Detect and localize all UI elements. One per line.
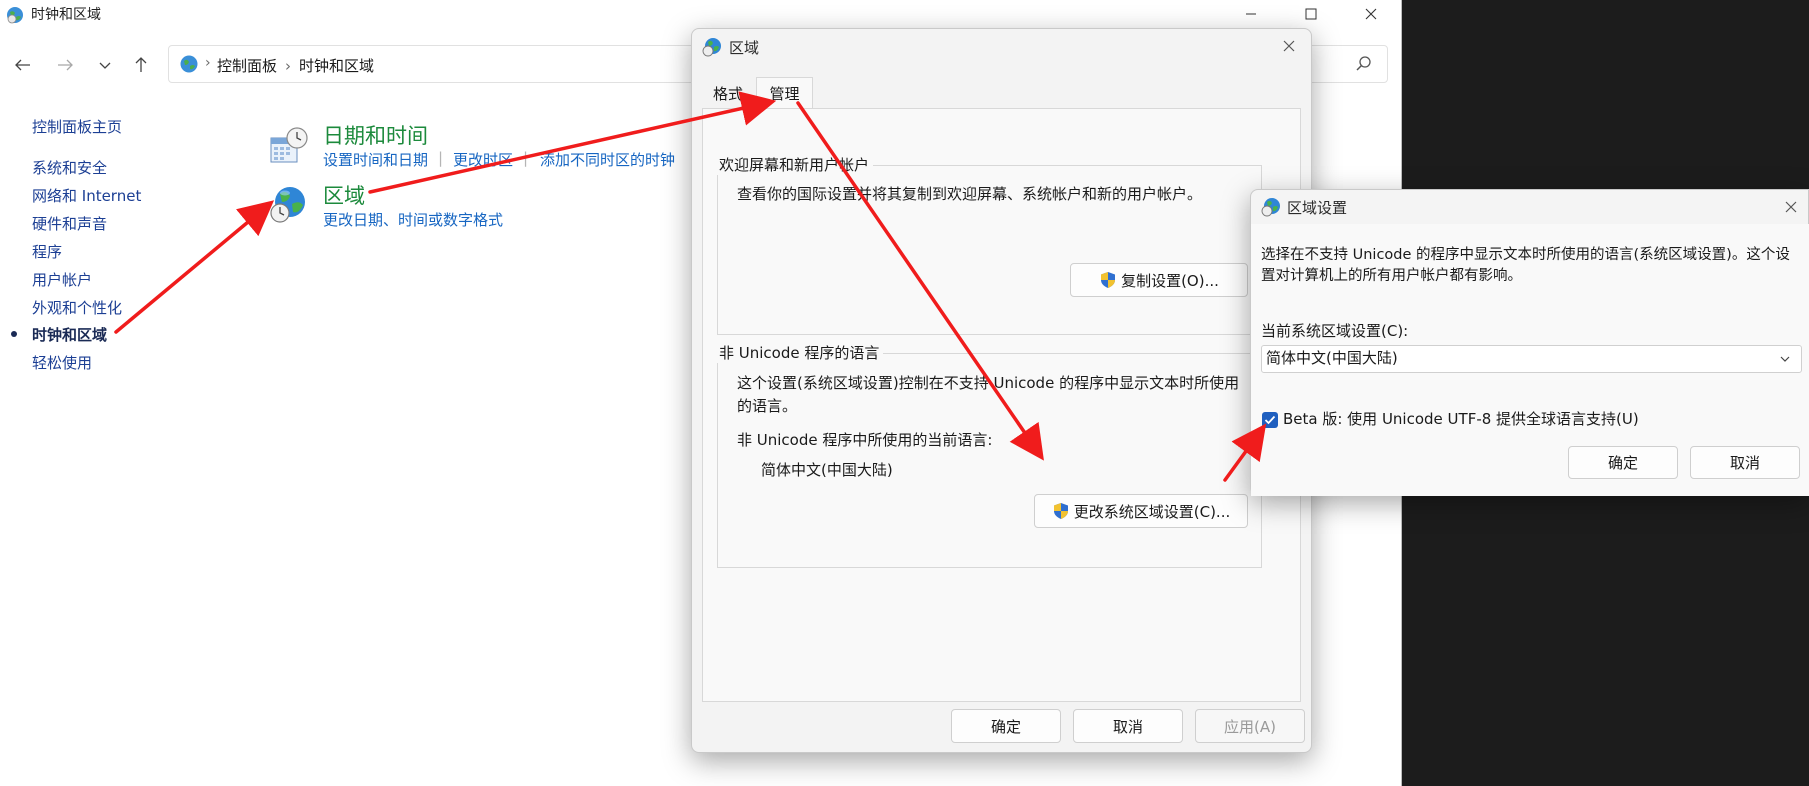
locale-select[interactable]: 简体中文(中国大陆) — [1261, 345, 1802, 373]
current-language-value: 简体中文(中国大陆) — [761, 461, 893, 479]
link-separator: | — [438, 149, 444, 167]
breadcrumb-item-control-panel[interactable]: 控制面板 — [217, 57, 277, 75]
sidebar-item-hardware-sound[interactable]: 硬件和声音 — [32, 213, 107, 234]
ok-button[interactable]: 确定 — [951, 709, 1061, 743]
copy-settings-label: 复制设置(O)... — [1121, 271, 1219, 290]
link-separator: | — [523, 149, 529, 167]
tab-formats[interactable]: 格式 — [704, 79, 752, 107]
tab-panel: 欢迎屏幕和新用户帐户 查看你的国际设置并将其复制到欢迎屏幕、系统帐户和新的用户帐… — [702, 108, 1301, 702]
sidebar-item-appearance[interactable]: 外观和个性化 — [32, 297, 122, 318]
title-bar: 时钟和区域 — [0, 0, 1402, 30]
category-title-region[interactable]: 区域 — [323, 180, 365, 210]
tab-administrative[interactable]: 管理 — [756, 77, 813, 109]
ok-button[interactable]: 确定 — [1568, 446, 1678, 479]
sidebar-item-programs[interactable]: 程序 — [32, 241, 62, 262]
cancel-button[interactable]: 取消 — [1073, 709, 1183, 743]
region-settings-dialog: 区域设置 选择在不支持 Unicode 的程序中显示文本时所使用的语言(系统区域… — [1250, 189, 1809, 496]
calendar-clock-icon — [268, 126, 308, 166]
locale-select-value: 简体中文(中国大陆) — [1266, 349, 1398, 367]
unicode-group-label: 非 Unicode 程序的语言 — [717, 342, 884, 363]
region-globe-icon — [268, 184, 308, 224]
maximize-button[interactable] — [1282, 0, 1340, 30]
sidebar-item-network-internet[interactable]: 网络和 Internet — [32, 185, 141, 206]
cancel-button[interactable]: 取消 — [1690, 446, 1800, 479]
chevron-down-icon — [1778, 352, 1792, 366]
locale-description: 选择在不支持 Unicode 的程序中显示文本时所使用的语言(系统区域设置)。这… — [1261, 247, 1790, 284]
beta-utf8-label[interactable]: Beta 版: 使用 Unicode UTF-8 提供全球语言支持(U) — [1283, 408, 1639, 431]
window-title: 时钟和区域 — [31, 7, 101, 23]
region-dialog: 区域 格式 管理 欢迎屏幕和新用户帐户 查看你的国际设置并将其复制到欢迎屏幕、系… — [691, 28, 1312, 753]
current-locale-label: 当前系统区域设置(C): — [1261, 322, 1409, 340]
active-item-bullet — [11, 331, 17, 337]
category-title-date-time[interactable]: 日期和时间 — [323, 120, 428, 150]
uac-shield-icon — [1099, 271, 1117, 289]
back-arrow-icon[interactable] — [8, 50, 38, 80]
link-change-timezone[interactable]: 更改时区 — [453, 149, 513, 170]
close-button[interactable] — [1342, 0, 1400, 30]
dialog-title: 区域设置 — [1287, 199, 1348, 217]
control-panel-globe-icon — [179, 54, 199, 74]
search-icon[interactable] — [1355, 55, 1373, 73]
copy-settings-button[interactable]: 复制设置(O)... — [1070, 263, 1248, 297]
change-system-locale-button[interactable]: 更改系统区域设置(C)... — [1034, 494, 1248, 528]
link-add-clocks[interactable]: 添加不同时区的时钟 — [540, 149, 675, 170]
beta-utf8-checkbox[interactable] — [1262, 412, 1278, 428]
sidebar-item-ease-of-access[interactable]: 轻松使用 — [32, 352, 92, 373]
dialog-title: 区域 — [729, 39, 760, 57]
region-globe-icon — [702, 37, 722, 57]
sidebar-item-system-security[interactable]: 系统和安全 — [32, 157, 107, 178]
minimize-button[interactable] — [1222, 0, 1280, 30]
region-globe-icon — [1261, 197, 1281, 217]
apply-button[interactable]: 应用(A) — [1195, 709, 1305, 743]
sidebar-item-user-accounts[interactable]: 用户帐户 — [32, 269, 92, 290]
uac-shield-icon — [1052, 502, 1070, 520]
breadcrumb-item-clock-region[interactable]: 时钟和区域 — [299, 57, 374, 75]
current-language-label: 非 Unicode 程序中所使用的当前语言: — [737, 431, 993, 449]
breadcrumb-chevron-icon: › — [285, 57, 292, 75]
breadcrumb: 控制面板 › 时钟和区域 — [217, 55, 374, 76]
close-icon[interactable] — [1280, 37, 1298, 55]
change-system-locale-label: 更改系统区域设置(C)... — [1073, 502, 1231, 521]
forward-arrow-icon[interactable] — [50, 50, 80, 80]
unicode-group-text: 这个设置(系统区域设置)控制在不支持 Unicode 的程序中显示文本时所使用的… — [737, 374, 1240, 415]
up-arrow-icon[interactable] — [126, 50, 156, 80]
recent-locations-chevron-icon[interactable] — [90, 50, 120, 80]
link-set-time-date[interactable]: 设置时间和日期 — [323, 149, 428, 170]
close-icon[interactable] — [1782, 198, 1800, 216]
sidebar-item-home[interactable]: 控制面板主页 — [32, 116, 122, 137]
sidebar-item-clock-region[interactable]: 时钟和区域 — [32, 324, 107, 345]
control-panel-globe-icon — [6, 6, 24, 24]
breadcrumb-chevron-icon: › — [205, 55, 211, 71]
welcome-group-label: 欢迎屏幕和新用户帐户 — [717, 154, 874, 175]
link-change-formats[interactable]: 更改日期、时间或数字格式 — [323, 209, 503, 230]
welcome-group-text: 查看你的国际设置并将其复制到欢迎屏幕、系统帐户和新的用户帐户。 — [737, 185, 1203, 203]
